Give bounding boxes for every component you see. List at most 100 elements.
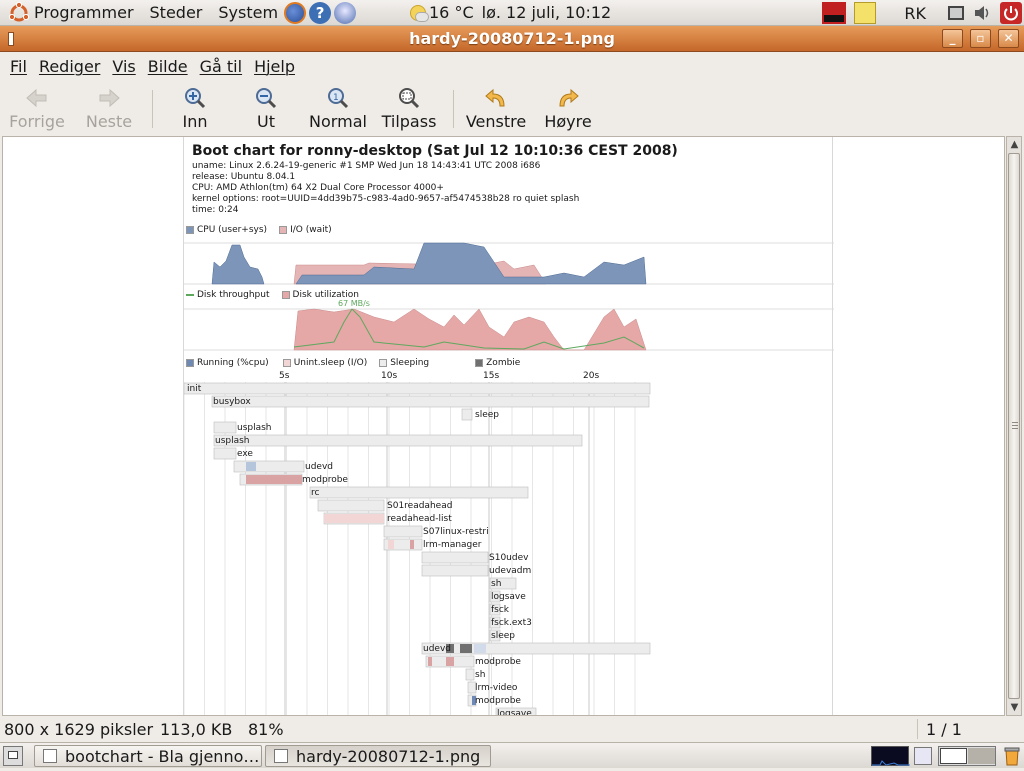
process-label: logsave	[491, 592, 526, 602]
legend-swatch	[475, 359, 484, 367]
process-label: lrm-manager	[423, 540, 482, 550]
zoom-out-button[interactable]: Ut	[229, 80, 303, 131]
menu-system[interactable]: System	[218, 3, 278, 22]
weather-applet[interactable]: 16 °C lø. 12 juli, 10:12	[410, 3, 611, 22]
notes-icon[interactable]	[854, 2, 877, 24]
vertical-scrollbar[interactable]: ▲ ▼	[1006, 136, 1022, 716]
fit-button[interactable]: Tilpass	[373, 80, 445, 131]
clock[interactable]: lø. 12 juli, 10:12	[482, 3, 612, 22]
menu-applications[interactable]: Programmer	[34, 3, 134, 22]
firefox-icon[interactable]	[284, 1, 307, 24]
rotate-left-button[interactable]: Venstre	[462, 80, 530, 131]
file-size: 113,0 KB	[160, 720, 233, 739]
process-label: S07linux-restri	[423, 527, 489, 537]
process-label: fsck	[491, 605, 510, 615]
system-monitor-icon[interactable]	[871, 746, 910, 766]
process-label: modprobe	[302, 475, 348, 485]
menubar: Fil Rediger Vis Bilde Gå til Hjelp	[0, 53, 1024, 79]
scrollbar-grip	[1012, 425, 1018, 426]
help-icon[interactable]: ?	[309, 1, 332, 24]
arrow-left-icon	[26, 88, 47, 108]
minimize-button[interactable]: _	[942, 29, 963, 48]
taskbar-item-label: bootchart - Bla gjenno…	[65, 746, 260, 766]
maximize-button[interactable]: ▫	[970, 29, 991, 48]
image-viewer-icon	[274, 749, 288, 763]
process-label: sleep	[475, 410, 499, 420]
process-state-segment	[388, 540, 394, 549]
volume-icon[interactable]	[974, 5, 992, 21]
window-titlebar[interactable]: hardy-20080712-1.png _ ▫ ✕	[0, 26, 1024, 52]
ubuntu-logo-icon[interactable]	[8, 1, 30, 24]
process-state-segment	[246, 475, 302, 484]
bootchart-image: Boot chart for ronny-desktop (Sat Jul 12…	[183, 137, 834, 715]
process-bar	[184, 382, 651, 395]
process-label: modprobe	[475, 696, 521, 706]
power-icon[interactable]	[1000, 2, 1022, 24]
legend-throughput-label: Disk throughput	[197, 290, 270, 300]
show-desktop-icon[interactable]	[3, 746, 23, 766]
scroll-up-arrow-icon[interactable]: ▲	[1009, 139, 1020, 150]
legend-disk: Disk throughput Disk utilization	[186, 290, 359, 300]
menu-edit[interactable]: Rediger	[39, 57, 100, 76]
process-label: rc	[311, 488, 320, 498]
system-tray: RK	[818, 1, 1024, 25]
close-button[interactable]: ✕	[998, 29, 1019, 48]
process-bar	[213, 421, 237, 434]
process-label: busybox	[213, 397, 251, 407]
next-button[interactable]: Neste	[74, 80, 144, 131]
process-bar	[309, 486, 529, 499]
process-label: modprobe	[475, 657, 521, 667]
time-tick-label: 15s	[483, 371, 500, 381]
legend-swatch	[379, 359, 388, 367]
statusbar-separator	[917, 719, 918, 739]
menu-help[interactable]: Hjelp	[254, 57, 295, 76]
menu-go[interactable]: Gå til	[200, 57, 242, 76]
menu-file[interactable]: Fil	[10, 57, 27, 76]
top-panel: Programmer Steder System ? 16 °C lø. 12 …	[0, 0, 1024, 26]
image-dimensions: 800 x 1629 piksler	[4, 720, 154, 739]
statusbar: 800 x 1629 piksler 113,0 KB 81% 1 / 1	[0, 717, 1024, 741]
taskbar-item-bootchart[interactable]: bootchart - Bla gjenno…	[34, 745, 262, 767]
trash-icon[interactable]	[1002, 746, 1022, 766]
zoom-level: 81%	[248, 720, 284, 739]
process-bar	[461, 408, 473, 421]
process-state-segment	[410, 540, 414, 549]
partly-cloudy-icon	[410, 4, 429, 22]
workspace-icon[interactable]	[914, 747, 932, 765]
previous-button[interactable]: Forrige	[0, 80, 74, 131]
process-label: readahead-list	[387, 514, 452, 524]
process-bar	[213, 447, 237, 460]
process-bar	[213, 434, 583, 447]
browser-window-icon	[43, 749, 57, 763]
menu-places[interactable]: Steder	[150, 3, 203, 22]
gtick-icon[interactable]	[822, 2, 847, 24]
zoom-normal-icon: 1	[328, 88, 349, 109]
image-view[interactable]: Boot chart for ronny-desktop (Sat Jul 12…	[2, 136, 1005, 716]
rotate-right-button[interactable]: Høyre	[530, 80, 606, 131]
normal-size-button[interactable]: 1 Normal	[303, 80, 373, 131]
scrollbar-grip	[1012, 422, 1018, 423]
scroll-down-arrow-icon[interactable]: ▼	[1009, 702, 1020, 713]
process-label: S10udev	[489, 553, 529, 563]
process-bar	[211, 395, 650, 408]
process-label: usplash	[237, 423, 272, 433]
scrollbar-thumb[interactable]	[1008, 153, 1020, 699]
legend-unint-label: Unint.sleep (I/O)	[293, 358, 368, 368]
process-label: sh	[475, 670, 486, 680]
menu-image[interactable]: Bilde	[148, 57, 188, 76]
process-bar	[233, 460, 305, 473]
zoom-in-button[interactable]: Inn	[161, 80, 229, 131]
network-icon[interactable]	[948, 6, 964, 20]
legend-swatch	[281, 291, 290, 299]
workspace-switcher[interactable]	[938, 746, 996, 766]
cpu-chart	[184, 242, 834, 285]
menu-view[interactable]: Vis	[112, 57, 135, 76]
keyboard-layout[interactable]: RK	[904, 4, 926, 23]
taskbar-item-hardy-png[interactable]: hardy-20080712-1.png	[265, 745, 491, 767]
legend-swatch	[186, 359, 194, 367]
disk-chart	[184, 308, 834, 351]
process-state-segment	[474, 644, 486, 653]
process-state-segment	[324, 514, 384, 523]
legend-sleeping-label: Sleeping	[390, 358, 430, 368]
evolution-mail-icon[interactable]	[334, 1, 357, 24]
